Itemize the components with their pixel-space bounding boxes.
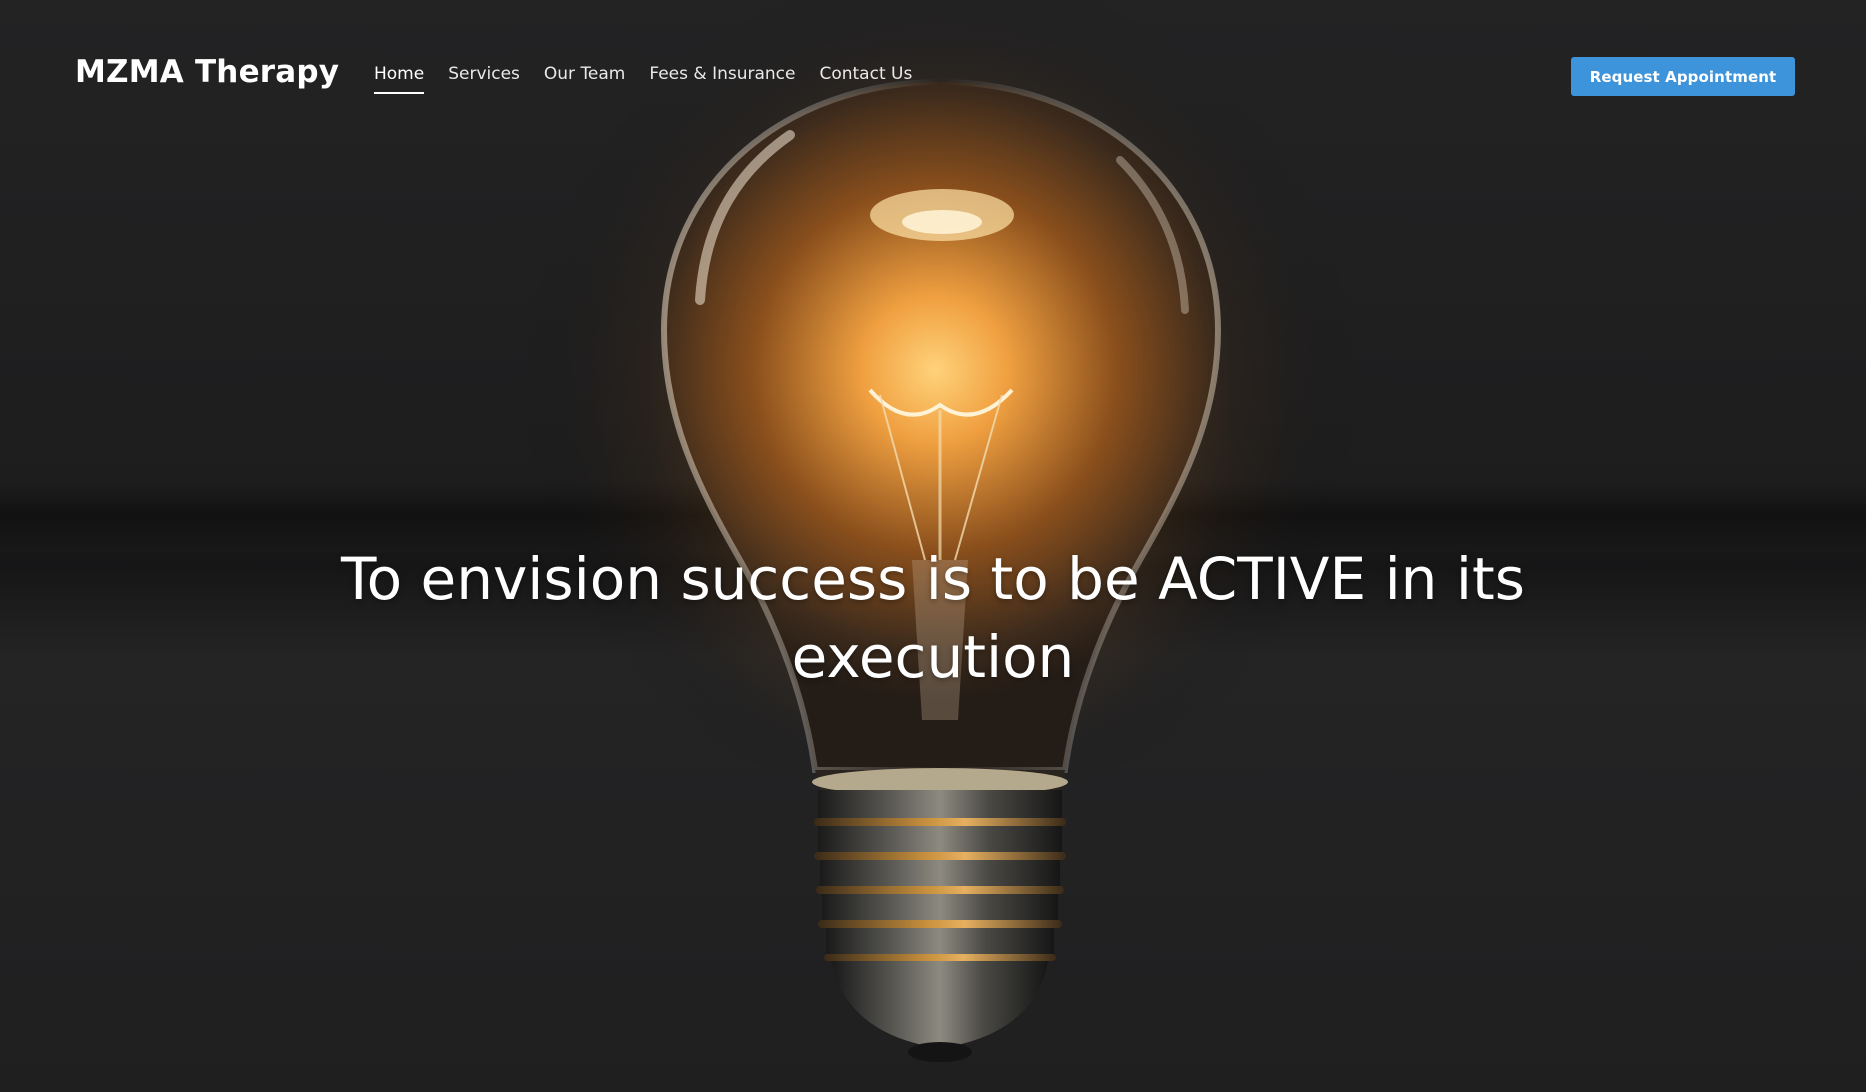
nav-item-home[interactable]: Home (374, 64, 425, 94)
request-appointment-button[interactable]: Request Appointment (1571, 57, 1795, 96)
hero-headline: To envision success is to be ACTIVE in i… (341, 545, 1525, 691)
nav-item-our-team[interactable]: Our Team (544, 64, 625, 94)
nav-item-fees-insurance[interactable]: Fees & Insurance (649, 64, 795, 94)
nav-item-contact-us[interactable]: Contact Us (819, 64, 912, 94)
site-logo[interactable]: MZMA Therapy (75, 54, 339, 90)
site-header: MZMA Therapy Home Services Our Team Fees… (0, 0, 1866, 152)
nav-item-services[interactable]: Services (448, 64, 520, 94)
main-nav: Home Services Our Team Fees & Insurance … (374, 64, 912, 94)
hero-section: MZMA Therapy Home Services Our Team Fees… (0, 0, 1866, 1092)
